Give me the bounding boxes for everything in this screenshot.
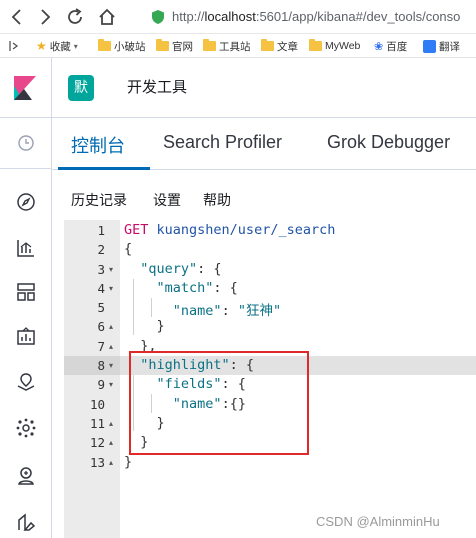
folder-icon [261, 39, 274, 51]
bookmark-folder[interactable]: 工具站 [203, 38, 251, 54]
tab-grok-debugger[interactable]: Grok Debugger [327, 132, 450, 153]
tab-search-profiler[interactable]: Search Profiler [163, 132, 282, 153]
code-line: 6 ▴ } [97, 318, 165, 335]
watermark: CSDN @AlminminHu [316, 514, 440, 529]
translate-icon [423, 39, 436, 53]
logs-icon[interactable] [15, 511, 37, 533]
code-line: 1 GET kuangshen/user/_search [97, 222, 336, 238]
code-line: 4 ▾ "match": { [97, 279, 238, 296]
space-avatar[interactable]: 默 [68, 75, 94, 101]
visualize-chart-icon[interactable] [15, 237, 37, 259]
history-link[interactable]: 历史记录 [71, 190, 127, 210]
bookmarks-bar: ★ 收藏 ▾ 小破站 官网 工具站 文章 MyWeb ❀ 百度 翻译 [0, 34, 476, 58]
bookmark-baidu[interactable]: ❀ 百度 [374, 38, 407, 54]
dashboard-icon[interactable] [15, 281, 37, 303]
page-title: 开发工具 [127, 78, 188, 96]
console-menu: 历史记录 设置 帮助 [52, 170, 476, 222]
bookmark-favorites[interactable]: ★ 收藏 ▾ [36, 38, 78, 54]
star-icon: ★ [36, 39, 47, 53]
url-text: http://localhost:5601/app/kibana#/dev_to… [172, 9, 461, 24]
folder-icon [309, 39, 322, 51]
discover-compass-icon[interactable] [15, 191, 37, 213]
canvas-icon[interactable] [15, 326, 37, 348]
shield-icon [152, 10, 164, 24]
code-line: 2{ [97, 241, 133, 258]
header-divider [51, 58, 52, 118]
folder-icon [98, 39, 111, 51]
folder-icon [203, 39, 216, 51]
highlight-annotation-box [129, 351, 309, 455]
maps-icon[interactable] [15, 371, 37, 393]
paw-icon: ❀ [374, 40, 384, 53]
bookmark-translate[interactable]: 翻译 [423, 38, 460, 54]
code-line: 3 ▾ "query": { [97, 260, 222, 277]
address-bar[interactable]: http://localhost:5601/app/kibana#/dev_to… [146, 5, 476, 29]
back-icon[interactable] [6, 6, 28, 28]
settings-link[interactable]: 设置 [153, 190, 181, 210]
sidebar-toggle-icon[interactable] [8, 40, 20, 52]
bookmark-folder[interactable]: 官网 [156, 38, 193, 54]
recent-clock-icon[interactable] [15, 132, 37, 154]
nav-divider [0, 168, 52, 169]
code-line: 13 ▴} [89, 453, 133, 470]
folder-icon [156, 39, 169, 51]
side-nav [0, 118, 52, 538]
infrastructure-icon[interactable] [15, 465, 37, 487]
tab-console[interactable]: 控制台 [71, 132, 125, 158]
help-link[interactable]: 帮助 [203, 190, 231, 210]
kibana-header: 默 开发工具 [0, 58, 476, 118]
bookmark-folder[interactable]: 文章 [261, 38, 298, 54]
reload-icon[interactable] [64, 6, 86, 28]
kibana-logo-icon[interactable] [14, 76, 36, 100]
home-icon[interactable] [96, 6, 118, 28]
code-line: 5 "name": "狂神" [97, 300, 282, 320]
ml-icon[interactable] [15, 417, 37, 439]
dev-tools-tabs: 控制台 Search Profiler Grok Debugger [52, 118, 476, 170]
bookmark-folder[interactable]: MyWeb [309, 38, 360, 54]
forward-icon[interactable] [34, 6, 56, 28]
bookmark-folder[interactable]: 小破站 [98, 38, 146, 54]
browser-toolbar: http://localhost:5601/app/kibana#/dev_to… [0, 0, 476, 34]
chevron-down-icon: ▾ [73, 41, 78, 51]
